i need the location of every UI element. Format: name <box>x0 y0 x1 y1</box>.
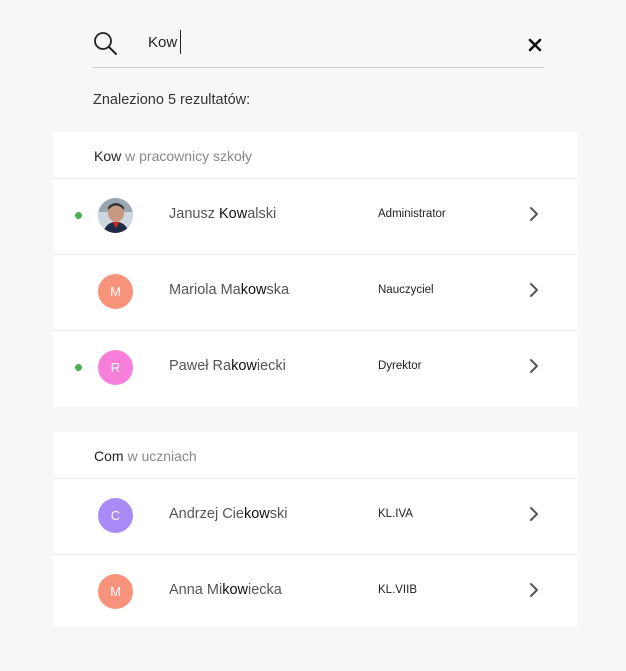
avatar: M <box>98 574 133 609</box>
section-staff: Kow w pracownicy szkoły Janusz Kowalski … <box>53 132 578 407</box>
chevron-right-icon[interactable] <box>528 582 540 598</box>
person-name: Anna Mikowiecka <box>169 582 282 598</box>
avatar-photo <box>98 198 133 233</box>
person-name: Janusz Kowalski <box>169 206 277 222</box>
section-label: w pracownicy szkoły <box>125 148 252 164</box>
close-icon[interactable] <box>528 38 542 52</box>
list-item[interactable]: M Anna Mikowiecka KL.VIIB <box>53 555 578 627</box>
chevron-right-icon[interactable] <box>528 206 540 222</box>
chevron-right-icon[interactable] <box>528 506 540 522</box>
person-role: Nauczyciel <box>378 284 434 296</box>
list-item[interactable]: R Paweł Rakowiecki Dyrektor <box>53 331 578 407</box>
search-bar <box>92 24 544 68</box>
avatar <box>98 198 133 233</box>
list-item[interactable]: C Andrzej Ciekowski KL.IVA <box>53 479 578 555</box>
person-class: KL.IVA <box>378 508 413 520</box>
person-role: Dyrektor <box>378 360 422 372</box>
list-item[interactable]: M Mariola Makowska Nauczyciel <box>53 255 578 331</box>
person-name: Mariola Makowska <box>169 282 290 298</box>
online-status-dot <box>75 364 82 371</box>
search-icon <box>94 32 117 55</box>
person-name: Andrzej Ciekowski <box>169 506 288 522</box>
section-students: Com w uczniach C Andrzej Ciekowski KL.IV… <box>53 432 578 627</box>
chevron-right-icon[interactable] <box>528 358 540 374</box>
avatar: R <box>98 350 133 385</box>
avatar: C <box>98 498 133 533</box>
avatar: M <box>98 274 133 309</box>
section-query: Com <box>94 448 124 464</box>
person-name: Paweł Rakowiecki <box>169 358 286 374</box>
section-label: w uczniach <box>127 448 197 464</box>
person-role: Administrator <box>378 208 446 220</box>
list-item[interactable]: Janusz Kowalski Administrator <box>53 179 578 255</box>
text-caret <box>180 30 181 54</box>
section-query: Kow <box>94 148 122 164</box>
results-count: Znaleziono 5 rezultatów: <box>93 92 251 108</box>
search-input[interactable] <box>148 30 448 56</box>
online-status-dot <box>75 212 82 219</box>
section-header: Kow w pracownicy szkoły <box>53 132 578 179</box>
chevron-right-icon[interactable] <box>528 282 540 298</box>
person-class: KL.VIIB <box>378 584 417 596</box>
section-header: Com w uczniach <box>53 432 578 479</box>
